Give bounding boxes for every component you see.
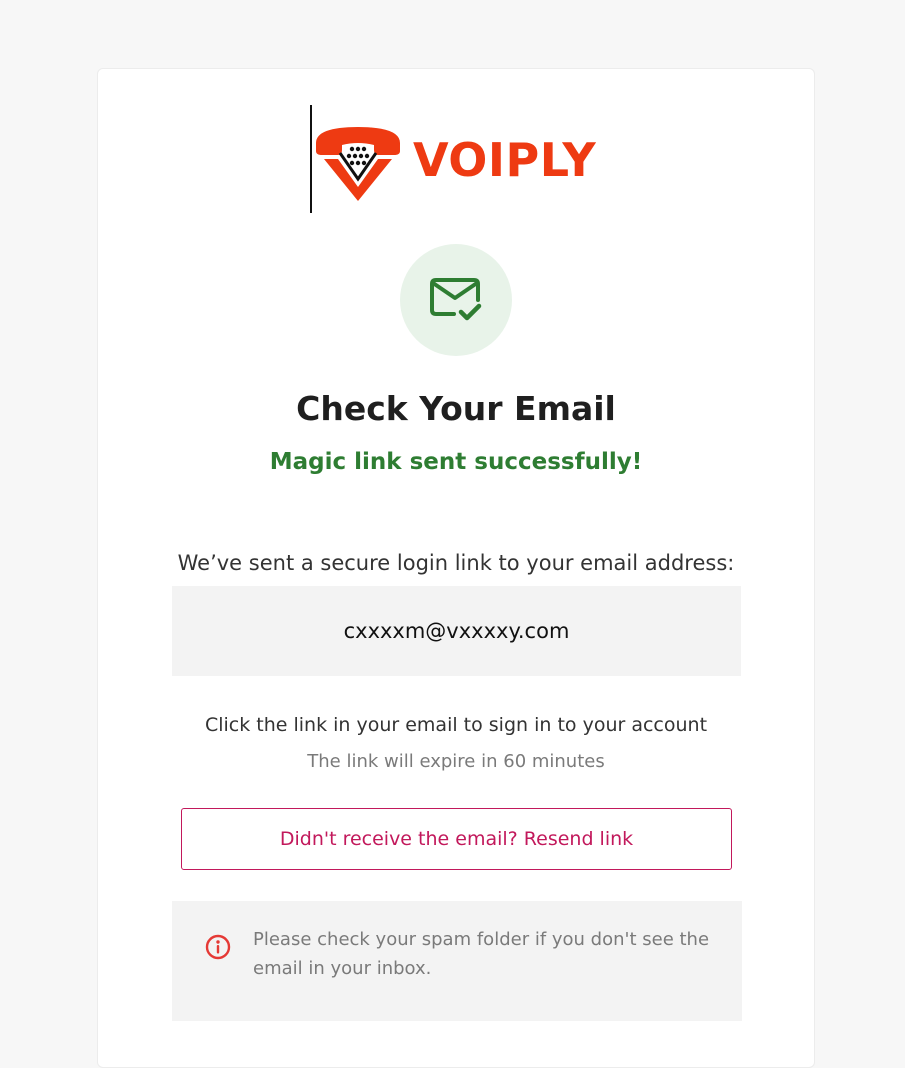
email-address-display: cxxxxm@vxxxxy.com xyxy=(172,586,741,676)
brand-logo: VOIPLY xyxy=(310,105,610,215)
status-icon-badge xyxy=(400,244,512,356)
resend-link-button[interactable]: Didn't receive the email? Resend link xyxy=(181,808,732,870)
info-icon xyxy=(205,934,231,960)
telephone-v-icon xyxy=(316,127,400,201)
email-address: cxxxxm@vxxxxy.com xyxy=(343,619,570,643)
notice-text: Please check your spam folder if you don… xyxy=(253,929,710,979)
page-title: Check Your Email xyxy=(296,389,616,428)
brand-name: VOIPLY xyxy=(413,133,597,187)
login-card: VOIPLY Check Your Email Magic link sent … xyxy=(97,68,815,1068)
sent-description: We’ve sent a secure login link to your e… xyxy=(177,551,735,575)
resend-link-label: Didn't receive the email? Resend link xyxy=(279,828,634,850)
success-message: Magic link sent successfully! xyxy=(269,449,643,475)
expiry-text: The link will expire in 60 minutes xyxy=(307,751,605,772)
mail-check-icon xyxy=(430,278,482,321)
instruction-text: Click the link in your email to sign in … xyxy=(204,714,708,736)
spam-notice: Please check your spam folder if you don… xyxy=(172,901,742,1021)
